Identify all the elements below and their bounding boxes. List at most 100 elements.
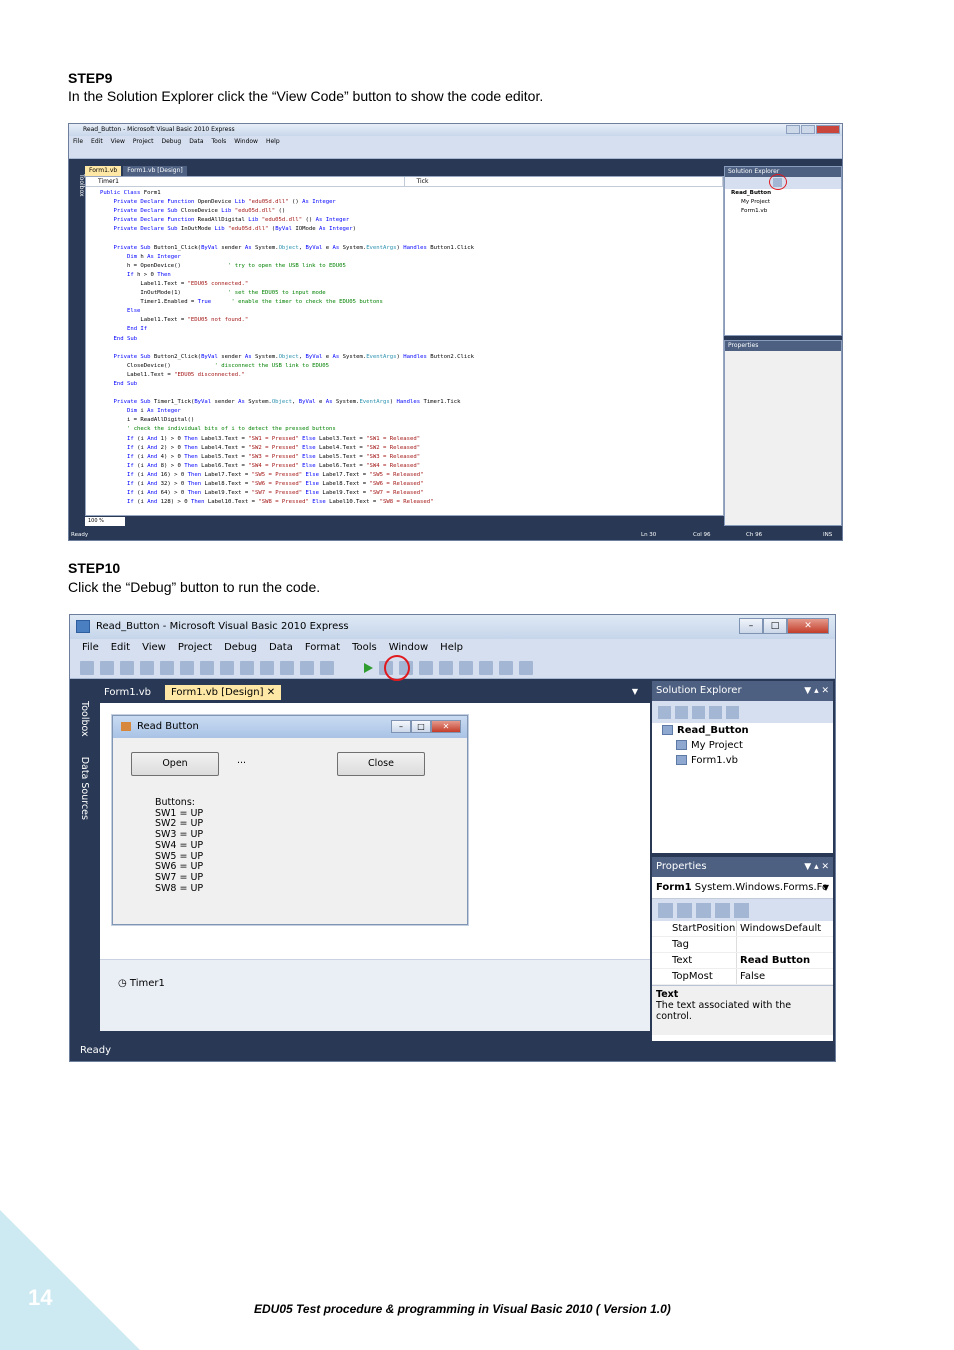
tab-dropdown-icon[interactable]: ▼ (632, 687, 638, 696)
property-key: TopMost (672, 971, 713, 982)
add-item-icon[interactable] (120, 660, 134, 675)
solution-explorer-toolbar (725, 174, 841, 190)
properties-view-icon[interactable] (696, 902, 711, 918)
menu-edit[interactable]: Edit (111, 639, 130, 657)
menu-project[interactable]: Project (133, 136, 154, 147)
property-value[interactable]: Read Button (736, 953, 833, 968)
properties-icon[interactable] (479, 660, 493, 675)
method-combo[interactable]: Tick (405, 177, 723, 186)
solution-explorer-icon[interactable] (459, 660, 473, 675)
menu-debug[interactable]: Debug (161, 136, 181, 147)
comment-icon[interactable] (260, 660, 274, 675)
data-sources-icon[interactable] (519, 660, 533, 675)
designer-surface[interactable]: Read Button – □ ✕ Open ... Close Buttons… (100, 703, 650, 959)
refresh-icon[interactable] (692, 705, 705, 719)
save-icon[interactable] (140, 660, 154, 675)
step-over-icon[interactable] (419, 660, 433, 675)
property-row[interactable]: StartPosition WindowsDefault (652, 921, 833, 937)
minimize-icon[interactable] (786, 125, 800, 134)
properties-header: Properties (725, 341, 841, 351)
project-node[interactable]: Read_Button (652, 723, 833, 738)
property-value[interactable] (736, 937, 833, 952)
menu-file[interactable]: File (82, 639, 99, 657)
property-row[interactable]: Text Read Button (652, 953, 833, 969)
form-preview[interactable]: Read Button – □ ✕ Open ... Close Buttons… (112, 715, 468, 925)
menu-view[interactable]: View (111, 136, 125, 147)
uncomment-icon[interactable] (280, 660, 294, 675)
class-combo[interactable]: Timer1 (86, 177, 405, 186)
property-row[interactable]: TopMost False (652, 969, 833, 985)
form1-node[interactable]: Form1.vb (652, 753, 833, 768)
pin-icon[interactable]: ▼ ▴ ✕ (804, 681, 829, 701)
status-ready: Ready (71, 532, 89, 538)
paste-icon[interactable] (220, 660, 234, 675)
menu-window[interactable]: Window (234, 136, 258, 147)
maximize-icon[interactable]: □ (763, 618, 787, 634)
close-icon[interactable] (816, 125, 840, 134)
toolbox-tab[interactable]: Toolbox (79, 701, 90, 737)
property-row[interactable]: Tag (652, 937, 833, 953)
solution-explorer-header: Solution Explorer ▼ ▴ ✕ (652, 681, 833, 701)
data-sources-tab[interactable]: Data Sources (79, 757, 90, 820)
menu-tools[interactable]: Tools (352, 639, 377, 657)
menu-view[interactable]: View (142, 639, 166, 657)
find-icon[interactable] (240, 660, 254, 675)
tab-design[interactable]: Form1.vb [Design] (123, 166, 187, 176)
maximize-icon[interactable] (801, 125, 815, 134)
open-icon[interactable] (100, 660, 114, 675)
copy-icon[interactable] (200, 660, 214, 675)
property-pages-icon[interactable] (734, 902, 749, 918)
code-editor[interactable]: Timer1 Tick Public Class Form1 Private D… (85, 176, 724, 516)
tab-code[interactable]: Form1.vb (98, 685, 157, 700)
redo-icon[interactable] (320, 660, 334, 675)
start-debugging-icon[interactable] (364, 662, 373, 673)
tab-design-label: Form1.vb [Design] (171, 686, 264, 698)
timer1-component[interactable]: ◷ Timer1 (118, 978, 165, 989)
cut-icon[interactable] (180, 660, 194, 675)
menu-edit[interactable]: Edit (91, 136, 103, 147)
tab-code[interactable]: Form1.vb (85, 166, 122, 176)
new-project-icon[interactable] (80, 660, 94, 675)
minimize-icon[interactable]: – (739, 618, 763, 634)
menu-file[interactable]: File (73, 136, 83, 147)
menu-help[interactable]: Help (440, 639, 463, 657)
object-selector[interactable]: Form1 System.Windows.Forms.Fo ▼ (652, 877, 833, 899)
menu-bar: File Edit View Project Debug Data Tools … (69, 136, 842, 147)
menu-data[interactable]: Data (269, 639, 293, 657)
property-value[interactable]: False (736, 969, 833, 984)
menu-project[interactable]: Project (178, 639, 212, 657)
events-icon[interactable] (715, 902, 730, 918)
component-tray: ◷ Timer1 (100, 959, 650, 1031)
property-value[interactable]: WindowsDefault (736, 921, 833, 936)
view-code-icon[interactable] (709, 705, 722, 719)
properties-icon[interactable] (658, 705, 671, 719)
open-button[interactable]: Open (131, 752, 219, 776)
step-out-icon[interactable] (439, 660, 453, 675)
toolbox-icon[interactable] (499, 660, 513, 675)
toolbox-strip[interactable]: Toolbox (69, 160, 85, 530)
project-node[interactable]: Read_Button (725, 189, 841, 198)
zoom-combo[interactable]: 100 % (85, 517, 125, 526)
close-icon[interactable]: ✕ (787, 618, 829, 634)
my-project-node[interactable]: My Project (652, 738, 833, 753)
tab-close-icon[interactable]: ✕ (267, 687, 275, 698)
tab-design[interactable]: Form1.vb [Design] ✕ (165, 684, 282, 700)
menu-tools[interactable]: Tools (212, 136, 227, 147)
menu-format[interactable]: Format (305, 639, 340, 657)
document-tabs: Form1.vb Form1.vb [Design] ✕ ▼ (98, 681, 644, 703)
menu-data[interactable]: Data (189, 136, 203, 147)
undo-icon[interactable] (300, 660, 314, 675)
properties-pin-icon[interactable]: ▼ ▴ ✕ (804, 857, 829, 877)
properties-title: Properties (656, 861, 707, 872)
close-button[interactable]: Close (337, 752, 425, 776)
my-project-node[interactable]: My Project (725, 198, 841, 207)
alphabetical-icon[interactable] (677, 902, 692, 918)
form1-node[interactable]: Form1.vb (725, 207, 841, 216)
menu-debug[interactable]: Debug (224, 639, 257, 657)
view-designer-icon[interactable] (726, 705, 739, 719)
save-all-icon[interactable] (160, 660, 174, 675)
menu-help[interactable]: Help (266, 136, 280, 147)
show-all-files-icon[interactable] (675, 705, 688, 719)
solution-explorer-panel: Solution Explorer Read_Button My Project… (724, 166, 842, 336)
categorized-icon[interactable] (658, 902, 673, 918)
